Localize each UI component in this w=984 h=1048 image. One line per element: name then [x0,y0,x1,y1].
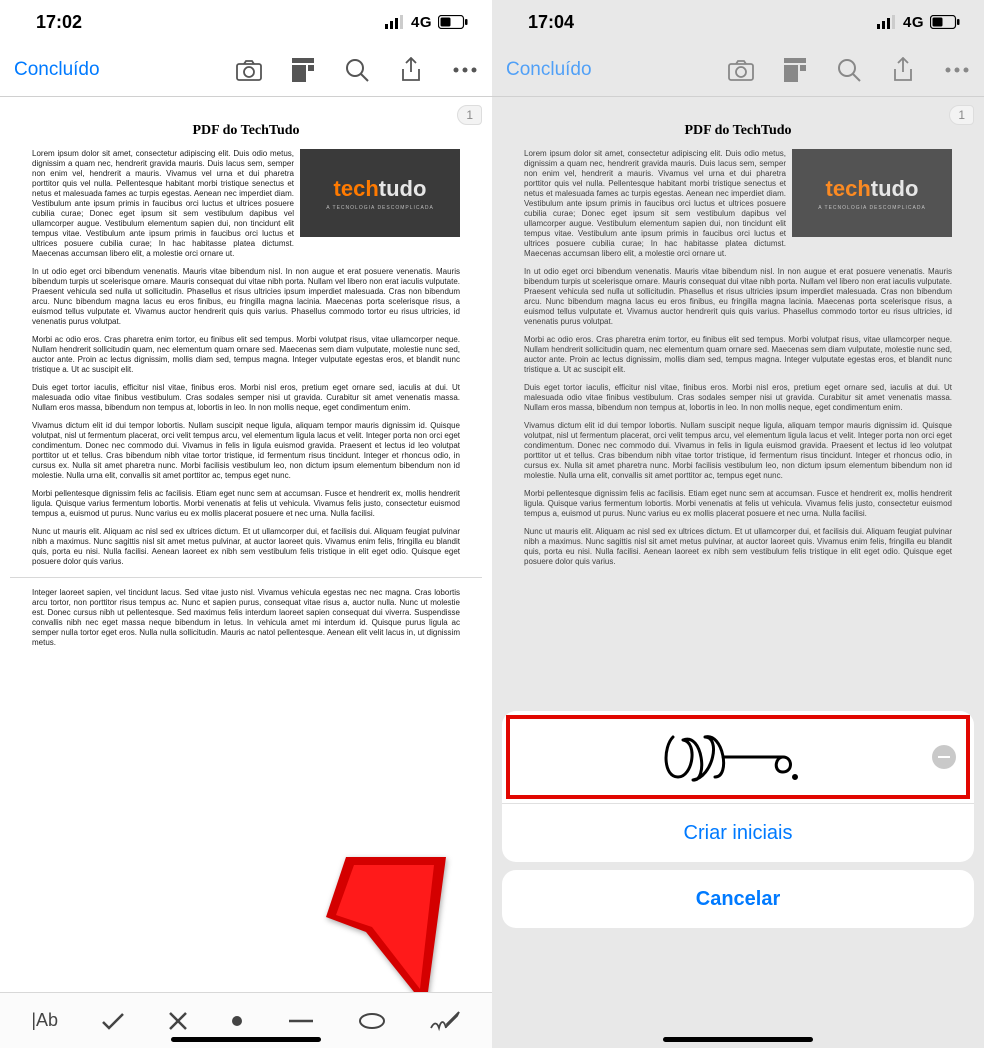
network-label: 4G [903,14,924,31]
share-icon[interactable] [398,57,424,83]
phone-left: 17:02 4G Concluído 1 [0,0,492,1048]
signal-icon [877,15,897,29]
signal-icon [385,15,405,29]
techtudo-logo: techtudo A TECNOLOGIA DESCOMPLICADA [792,149,952,237]
techtudo-logo: techtudo A TECNOLOGIA DESCOMPLICADA [300,149,460,237]
top-toolbar: Concluído [0,44,492,96]
home-indicator[interactable] [663,1037,813,1042]
doc-paragraph: Vivamus dictum elit id dui tempor lobort… [32,421,460,481]
battery-icon [930,15,960,29]
doc-paragraph: Morbi ac odio eros. Cras pharetra enim t… [32,335,460,375]
cross-tool-icon[interactable] [168,1011,188,1031]
search-icon[interactable] [344,57,370,83]
page-number-badge: 1 [949,105,974,125]
annotation-arrow [326,857,446,1012]
doc-paragraph: Duis eget tortor iaculis, efficitur nisl… [524,383,952,413]
camera-icon[interactable] [728,57,754,83]
status-right: 4G [385,14,468,31]
doc-paragraph: In ut odio eget orci bibendum venenatis.… [32,267,460,327]
document-title: PDF do TechTudo [10,123,482,139]
status-right: 4G [877,14,960,31]
signature-action-sheet: Criar iniciais Cancelar [502,711,974,928]
page-options-icon[interactable] [782,57,808,83]
text-tool-icon[interactable]: |Ab [31,1010,58,1031]
document-area: 1 PDF do TechTudo techtudo A TECNOLOGIA … [492,97,984,1048]
doc-paragraph: Morbi pellentesque dignissim felis ac fa… [32,489,460,519]
sheet-options-group: Criar iniciais [502,711,974,862]
doc-paragraph: Nunc ut mauris elit. Aliquam ac nisl sed… [524,527,952,567]
doc-paragraph: Morbi pellentesque dignissim felis ac fa… [524,489,952,519]
doc-paragraph: Morbi ac odio eros. Cras pharetra enim t… [524,335,952,375]
document-body: techtudo A TECNOLOGIA DESCOMPLICADA Lore… [502,149,974,567]
checkmark-tool-icon[interactable] [101,1011,125,1031]
document-title: PDF do TechTudo [502,123,974,139]
battery-icon [438,15,468,29]
phone-right: 17:04 4G Concluído 1 [492,0,984,1048]
doc-paragraph: Integer laoreet sapien, vel tincidunt la… [32,588,460,648]
signature-preview [643,722,833,792]
doc-paragraph: Nunc ut mauris elit. Aliquam ac nisl sed… [32,527,460,567]
page-separator [10,577,482,578]
network-label: 4G [411,14,432,31]
delete-signature-button[interactable] [932,745,956,769]
more-icon[interactable] [944,57,970,83]
status-bar: 17:04 4G [492,0,984,44]
more-icon[interactable] [452,57,478,83]
camera-icon[interactable] [236,57,262,83]
document-body: techtudo A TECNOLOGIA DESCOMPLICADA Lore… [10,149,482,648]
document-area[interactable]: 1 PDF do TechTudo techtudo A TECNOLOGIA … [0,97,492,1048]
signature-tool-icon[interactable] [429,1010,461,1032]
share-icon[interactable] [890,57,916,83]
home-indicator[interactable] [171,1037,321,1042]
doc-paragraph: Vivamus dictum elit id dui tempor lobort… [524,421,952,481]
top-toolbar: Concluído [492,44,984,96]
done-button[interactable]: Concluído [506,59,592,81]
create-initials-button[interactable]: Criar iniciais [502,804,974,862]
status-time: 17:04 [528,12,574,33]
search-icon[interactable] [836,57,862,83]
page-options-icon[interactable] [290,57,316,83]
doc-paragraph: Duis eget tortor iaculis, efficitur nisl… [32,383,460,413]
status-time: 17:02 [36,12,82,33]
sheet-cancel-group: Cancelar [502,870,974,928]
dot-tool-icon[interactable] [230,1014,244,1028]
cancel-button[interactable]: Cancelar [502,870,974,928]
done-button[interactable]: Concluído [14,59,100,81]
doc-paragraph: In ut odio eget orci bibendum venenatis.… [524,267,952,327]
page-number-badge: 1 [457,105,482,125]
line-tool-icon[interactable] [287,1018,315,1024]
oval-tool-icon[interactable] [358,1012,386,1030]
status-bar: 17:02 4G [0,0,492,44]
existing-signature-row[interactable] [502,711,974,803]
